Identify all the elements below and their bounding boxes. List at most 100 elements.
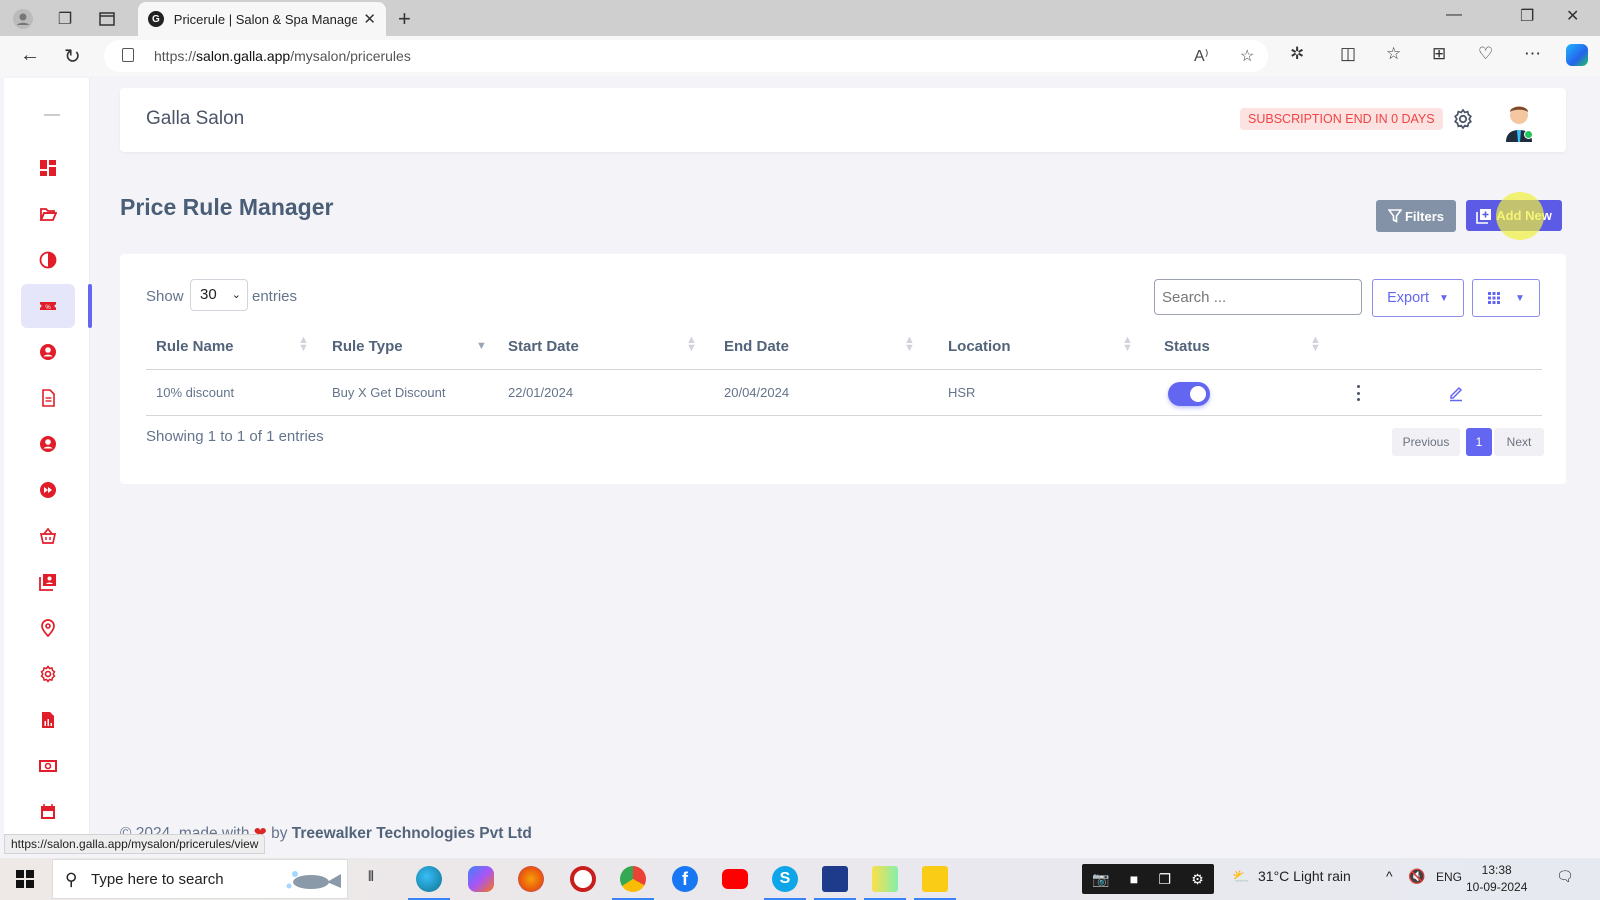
col-rule-type[interactable]: Rule Type xyxy=(332,338,403,355)
sort-icon[interactable]: ▲ ▼ xyxy=(904,335,915,354)
sidebar-item-clients[interactable] xyxy=(21,330,75,374)
pagination-next[interactable]: Next xyxy=(1494,428,1544,456)
sidebar-item-products[interactable] xyxy=(21,514,75,558)
recorder-app-icon[interactable] xyxy=(570,866,596,892)
sidebar: % xyxy=(4,78,92,838)
sort-icon[interactable]: ▲ ▼ xyxy=(1122,335,1133,354)
camera-icon[interactable]: 📷 xyxy=(1092,871,1109,888)
tab-actions-icon[interactable] xyxy=(96,8,118,30)
chrome-app-icon[interactable] xyxy=(612,866,654,900)
copilot-app-icon[interactable] xyxy=(468,866,494,892)
show-label: Show xyxy=(146,288,184,305)
windows-start-icon[interactable] xyxy=(16,870,34,888)
col-location[interactable]: Location xyxy=(948,338,1011,355)
windows-icon[interactable]: ❐ xyxy=(1158,871,1171,888)
taskbar-search[interactable]: ⚲ Type here to search xyxy=(52,859,348,899)
sidebar-item-staff[interactable] xyxy=(21,422,75,466)
app-icon[interactable] xyxy=(864,866,906,900)
url-field[interactable]: https://salon.galla.app/mysalon/pricerul… xyxy=(104,40,1268,72)
tab-pricerule[interactable]: G Pricerule | Salon & Spa Managem ✕ xyxy=(138,2,386,36)
search-input[interactable] xyxy=(1154,279,1362,315)
sidebar-item-documents[interactable] xyxy=(21,376,75,420)
more-vertical-icon[interactable] xyxy=(1354,382,1362,404)
weather-text[interactable]: 31°C Light rain xyxy=(1258,868,1351,884)
skype-app-icon[interactable]: S xyxy=(764,866,806,900)
new-tab-icon[interactable]: + xyxy=(398,6,411,32)
caret-down-icon: ▼ xyxy=(1515,292,1525,304)
favorites-icon[interactable]: ☆ xyxy=(1386,44,1401,64)
restore-icon[interactable]: ❐ xyxy=(1520,6,1534,26)
user-circle-icon xyxy=(40,344,56,360)
sidebar-item-price-rules[interactable]: % xyxy=(21,284,75,328)
add-new-label: Add New xyxy=(1496,208,1552,223)
firefox-app-icon[interactable] xyxy=(518,866,544,892)
edge-app-icon[interactable] xyxy=(408,866,450,900)
sidebar-item-contrast[interactable] xyxy=(21,238,75,282)
browser-essentials-icon[interactable]: ♡ xyxy=(1478,44,1493,64)
clock[interactable]: 13:38 10-09-2024 xyxy=(1466,862,1527,896)
profile-icon[interactable] xyxy=(12,8,34,30)
minimize-icon[interactable]: — xyxy=(1446,6,1462,24)
extensions-icon[interactable]: ✲ xyxy=(1290,44,1304,64)
back-icon[interactable]: ← xyxy=(20,44,40,67)
sort-icon[interactable]: ▲ ▼ xyxy=(298,335,309,354)
task-view-icon[interactable]: ⫴ xyxy=(368,868,374,885)
basket-icon xyxy=(39,527,57,544)
sort-desc-icon[interactable]: ▼ xyxy=(476,341,487,352)
sidebar-item-reports[interactable] xyxy=(21,698,75,742)
sidebar-item-settings[interactable] xyxy=(21,652,75,696)
sidebar-item-dashboard[interactable] xyxy=(21,146,75,190)
sort-icon[interactable]: ▲ ▼ xyxy=(1310,335,1321,354)
col-end-date[interactable]: End Date xyxy=(724,338,789,355)
document-icon xyxy=(42,389,55,407)
read-aloud-icon[interactable]: A⁾ xyxy=(1194,46,1209,66)
sidebar-item-services[interactable] xyxy=(21,468,75,512)
sidebar-item-folder[interactable] xyxy=(21,192,75,236)
pagination-page-1[interactable]: 1 xyxy=(1466,428,1492,456)
add-new-button[interactable]: Add New xyxy=(1466,200,1562,231)
sidebar-item-calendar[interactable] xyxy=(21,790,75,834)
tab-close-icon[interactable]: ✕ xyxy=(363,10,376,28)
page-size-select[interactable]: 30 ⌄ xyxy=(190,279,248,311)
sidebar-item-locations[interactable] xyxy=(21,606,75,650)
export-button[interactable]: Export ▼ xyxy=(1372,279,1464,317)
sort-icon[interactable]: ▲ ▼ xyxy=(686,335,697,354)
settings-gear-icon xyxy=(40,665,56,683)
contrast-icon xyxy=(39,251,57,269)
sidebar-item-payments[interactable] xyxy=(21,744,75,788)
column-visibility-button[interactable]: ▼ xyxy=(1472,279,1540,317)
split-screen-icon[interactable]: ◫ xyxy=(1340,44,1356,64)
sidebar-collapse-handle[interactable] xyxy=(44,114,60,116)
weather-icon[interactable]: ⛅ xyxy=(1232,868,1249,885)
sidebar-item-contacts[interactable] xyxy=(21,560,75,604)
store-app-icon[interactable] xyxy=(814,866,856,900)
settings-icon[interactable] xyxy=(1452,108,1474,130)
notifications-icon[interactable]: 🗨 xyxy=(1556,868,1574,885)
file-explorer-icon[interactable] xyxy=(914,866,956,900)
volume-muted-icon[interactable]: 🔇 xyxy=(1408,868,1425,885)
pagination-previous[interactable]: Previous xyxy=(1392,428,1460,456)
tray-chevron-icon[interactable]: ^ xyxy=(1386,868,1393,884)
favorite-star-icon[interactable]: ☆ xyxy=(1240,46,1254,66)
status-toggle[interactable] xyxy=(1168,382,1210,406)
copilot-icon[interactable] xyxy=(1566,44,1588,66)
search-icon: ⚲ xyxy=(65,870,78,889)
more-icon[interactable]: ⋯ xyxy=(1524,44,1541,64)
col-start-date[interactable]: Start Date xyxy=(508,338,579,355)
workspaces-icon[interactable]: ❐ xyxy=(54,8,76,30)
settings-icon[interactable]: ⚙ xyxy=(1191,871,1204,888)
window-close-icon[interactable]: ✕ xyxy=(1566,6,1579,26)
youtube-app-icon[interactable] xyxy=(722,869,748,889)
filters-button[interactable]: Filters xyxy=(1376,200,1456,232)
language-indicator[interactable]: ENG xyxy=(1436,870,1462,884)
url-text: https://salon.galla.app/mysalon/pricerul… xyxy=(154,48,411,64)
col-status[interactable]: Status xyxy=(1164,338,1210,355)
reload-icon[interactable]: ↻ xyxy=(64,44,81,69)
footer-by: by xyxy=(271,825,288,842)
collections-icon[interactable]: ⊞ xyxy=(1432,44,1446,64)
facebook-app-icon[interactable]: f xyxy=(672,866,698,892)
cell-end-date: 20/04/2024 xyxy=(724,385,790,400)
edit-pencil-icon[interactable] xyxy=(1448,384,1464,402)
video-icon[interactable]: ■ xyxy=(1130,871,1138,887)
col-rule-name[interactable]: Rule Name xyxy=(156,338,234,355)
